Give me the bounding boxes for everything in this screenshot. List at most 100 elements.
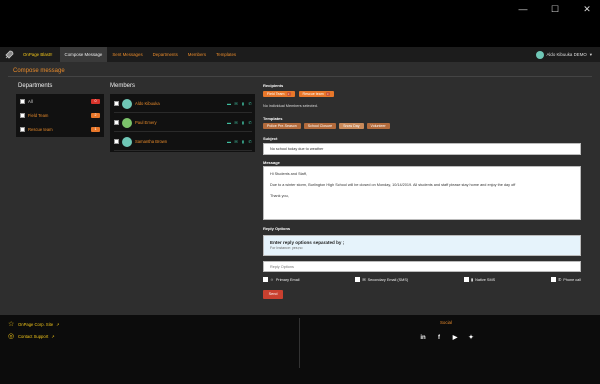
chip-label: Rescue team [302,92,324,96]
department-item[interactable]: Field Team 2 [20,110,100,120]
avatar [122,117,132,128]
send-button[interactable]: Send [263,290,283,299]
members-heading: Members [110,83,136,89]
department-checkbox[interactable] [20,112,25,118]
secondary-email-option[interactable]: ✉ Secondary Email (SMS) [355,277,408,282]
department-checkbox[interactable] [20,98,25,104]
message-icon[interactable]: ▬ [227,139,231,144]
minimize-button[interactable]: — [518,4,528,14]
phone-icon[interactable]: ✆ [248,101,252,106]
email-icon: ✉ [362,278,366,282]
primary-email-option[interactable]: ☺ Primary Email [263,277,300,282]
divider [8,76,592,77]
chip-label: Field Team [267,92,285,96]
phone-call-option[interactable]: ✆ Phone call [551,277,581,282]
template-button[interactable]: Police Pre-Season [263,123,301,129]
tab-templates[interactable]: Templates [211,47,241,62]
member-checkbox[interactable] [114,101,119,106]
department-checkbox[interactable] [20,126,25,132]
member-name: Samantha Brown [135,139,168,144]
checkbox[interactable] [263,277,268,282]
message-textarea[interactable]: Hi Students and Staff, Due to a winter s… [263,166,581,220]
rocket-icon[interactable] [0,47,18,62]
close-icon[interactable]: × [286,92,291,96]
email-icon[interactable]: ✉ [234,139,238,144]
avatar [122,98,132,109]
checkbox[interactable] [464,277,470,282]
divider [299,318,300,368]
option-label: Primary Email [275,277,300,282]
tab-members[interactable]: Members [183,47,211,62]
message-icon[interactable]: ▬ [227,101,231,106]
window-controls: — ☐ ✕ [518,4,592,14]
departments-heading: Departments [18,83,53,89]
email-icon[interactable]: ✉ [234,120,238,125]
templates-label: Templates [263,116,283,121]
phone-icon[interactable]: ✆ [248,120,252,125]
template-button[interactable]: Snow Day [339,123,364,129]
count-badge: 2 [91,112,100,118]
member-checkbox[interactable] [114,120,119,125]
phone-icon: ✆ [558,278,562,282]
option-label: Phone call [563,277,581,282]
reply-options-input[interactable] [263,261,581,272]
avatar [535,50,544,59]
member-row[interactable]: Aldo Kibuuka ▬ ✉ ▮ ✆ [114,95,252,113]
native-sms-option[interactable]: ▮ Native SMS [464,277,495,282]
email-icon[interactable]: ✉ [234,101,238,106]
message-label: Message [263,160,280,165]
template-buttons: Police Pre-Season School Closure Snow Da… [263,123,390,129]
checkbox[interactable] [551,277,557,282]
tab-departments[interactable]: Departments [148,47,183,62]
close-icon[interactable]: × [325,92,330,96]
template-button[interactable]: Volunteer [366,123,390,129]
phone-icon[interactable]: ✆ [248,139,252,144]
close-button[interactable]: ✕ [582,4,592,14]
mobile-icon[interactable]: ▮ [241,120,245,125]
member-row[interactable]: Paul Emery ▬ ✉ ▮ ✆ [114,114,252,132]
count-badge: 0 [91,98,100,104]
department-label: Field Team [28,112,49,118]
linkedin-icon[interactable]: in [420,335,426,341]
reply-hint-box: Enter reply options separated by ; For I… [263,235,581,256]
tab-compose-message[interactable]: Compose Message [59,47,108,62]
message-icon[interactable]: ▬ [227,120,231,125]
member-name: Paul Emery [135,120,157,125]
count-badge: 1 [91,126,100,132]
maximize-button[interactable]: ☐ [550,4,560,14]
department-item[interactable]: All 0 [20,96,100,106]
star-icon: ☆ [8,321,15,328]
no-individual-note: No individual Members selected. [263,104,318,108]
link-label: Contact Support [18,334,49,339]
chevron-down-icon: ▾ [589,51,592,57]
mobile-icon[interactable]: ▮ [241,101,245,106]
contact-support-link[interactable]: ◎ Contact Support ↗ [8,333,55,340]
template-button[interactable]: School Closure [303,123,337,129]
member-name: Aldo Kibuuka [135,101,160,106]
mobile-icon[interactable]: ▮ [241,139,245,144]
subject-input[interactable]: No school today due to weather [263,143,581,155]
recipient-chip[interactable]: Field Team × [263,91,295,97]
checkbox[interactable] [355,277,361,282]
subject-label: Subject [263,136,278,141]
brand-link[interactable]: OnPage Blast!! [18,52,58,57]
user-menu[interactable]: Aldo Kibuuka DEMO ▾ [535,47,592,62]
reply-hint-subtitle: For Instance: yes;no [270,246,303,250]
message-line: Due to a winter storm, Burlington High S… [270,183,516,187]
external-link-icon: ↗ [56,322,60,327]
message-line: Hi Students and Staff, [270,172,307,176]
departments-list: All 0 Field Team 2 Rescue team 1 [16,94,104,137]
twitter-icon[interactable]: ✦ [468,335,474,341]
youtube-icon[interactable]: ▶ [452,335,458,341]
corp-site-link[interactable]: ☆ OnPage Corp. Site ↗ [8,321,60,328]
top-navigation: OnPage Blast!! Compose Message Sent Mess… [0,47,600,62]
delivery-options: ☺ Primary Email ✉ Secondary Email (SMS) ▮ N… [263,277,581,282]
member-checkbox[interactable] [114,139,119,144]
tab-sent-messages[interactable]: Sent Messages [107,47,147,62]
avatar [122,136,132,147]
reply-options-label: Reply Options [263,226,291,231]
member-row[interactable]: Samantha Brown ▬ ✉ ▮ ✆ [114,133,252,151]
facebook-icon[interactable]: f [436,335,442,341]
department-item[interactable]: Rescue team 1 [20,124,100,134]
recipient-chip[interactable]: Rescue team × [298,91,334,97]
